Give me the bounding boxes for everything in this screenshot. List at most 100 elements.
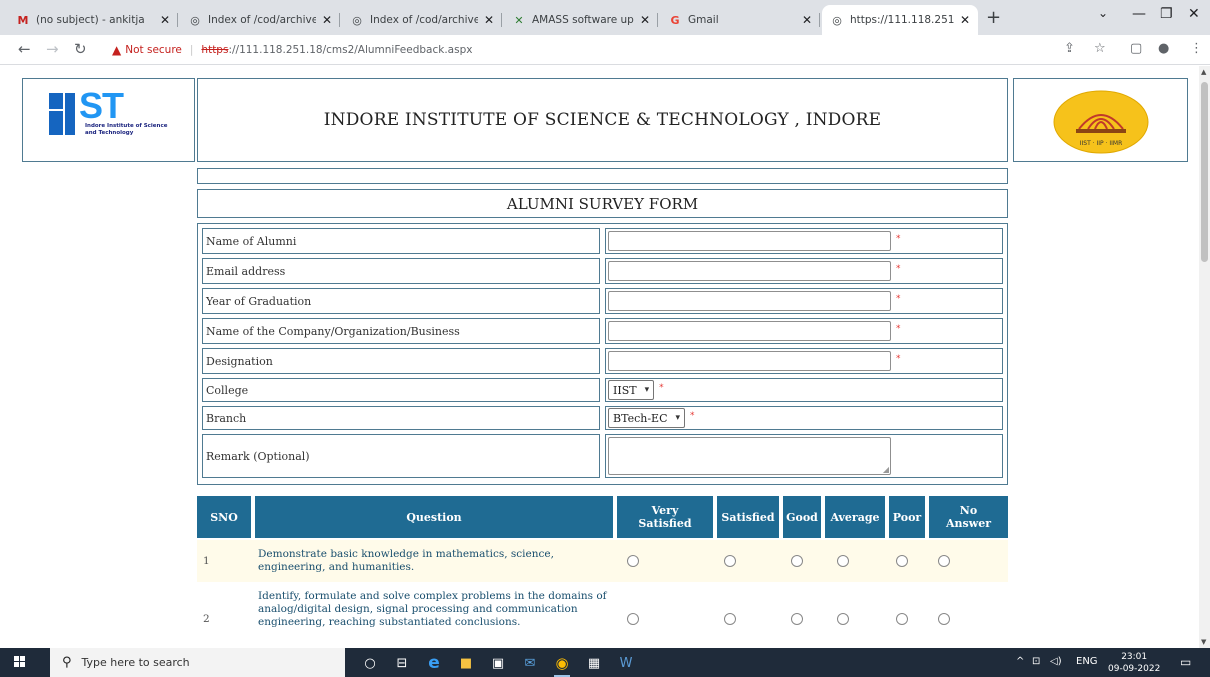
windows-start-icon[interactable] bbox=[14, 656, 26, 668]
institute-title: INDORE INSTITUTE OF SCIENCE & TECHNOLOGY… bbox=[323, 110, 882, 130]
close-tab-icon[interactable]: ✕ bbox=[640, 13, 650, 27]
scroll-up-icon[interactable]: ▲ bbox=[1201, 68, 1206, 76]
restore-icon[interactable]: ❐ bbox=[1160, 6, 1173, 22]
header-title-box: INDORE INSTITUTE OF SCIENCE & TECHNOLOGY… bbox=[197, 78, 1008, 162]
logo-subtitle: Indore Institute of Science and Technolo… bbox=[85, 123, 168, 136]
col-header-satisfied: Satisfied bbox=[717, 496, 779, 538]
question-text: Demonstrate basic knowledge in mathemati… bbox=[258, 548, 554, 573]
cortana-icon[interactable]: ○ bbox=[360, 653, 380, 673]
address-bar[interactable]: ▲ Not secure | https ://111.118.251.18/c… bbox=[112, 39, 472, 61]
back-arrow-icon[interactable]: ← bbox=[18, 40, 31, 58]
required-mark: * bbox=[896, 234, 901, 244]
reload-icon[interactable]: ↻ bbox=[74, 40, 87, 58]
form-title-box: ALUMNI SURVEY FORM bbox=[197, 189, 1008, 218]
designation-input[interactable] bbox=[608, 351, 891, 371]
tray-chevron-icon[interactable]: ^ bbox=[1016, 656, 1024, 667]
year-label: Year of Graduation bbox=[202, 288, 600, 314]
question-text: Identify, formulate and solve complex pr… bbox=[258, 590, 607, 628]
tab-search-icon[interactable]: ⌄ bbox=[1098, 6, 1108, 20]
clock-date: 09-09-2022 bbox=[1108, 664, 1161, 674]
side-panel-icon[interactable]: ▢ bbox=[1130, 41, 1142, 56]
tab-gmail-draft[interactable]: M (no subject) - ankitja ✕ bbox=[8, 5, 178, 35]
close-tab-icon[interactable]: ✕ bbox=[322, 13, 332, 27]
close-tab-icon[interactable]: ✕ bbox=[960, 13, 970, 27]
tab-gmail[interactable]: G Gmail ✕ bbox=[660, 5, 820, 35]
form-row-email: Email address * bbox=[202, 258, 1003, 284]
radio-very-satisfied[interactable] bbox=[627, 584, 639, 648]
google-icon: G bbox=[670, 13, 680, 27]
year-input[interactable] bbox=[608, 291, 891, 311]
email-cell: * bbox=[605, 258, 1003, 284]
resize-grip-icon[interactable]: ◢ bbox=[883, 466, 889, 474]
row-sno: 2 bbox=[203, 613, 210, 625]
college-label: College bbox=[202, 378, 600, 402]
taskbar-search[interactable]: ⚲ Type here to search bbox=[50, 648, 345, 677]
word-icon[interactable]: W bbox=[616, 653, 636, 673]
share-icon[interactable]: ⇪ bbox=[1064, 41, 1075, 56]
tab-active-feedback[interactable]: ◎ https://111.118.251.1 ✕ bbox=[822, 5, 978, 35]
profile-avatar-icon[interactable]: ● bbox=[1158, 41, 1169, 56]
tab-index-archive-2[interactable]: ◎ Index of /cod/archive ✕ bbox=[342, 5, 502, 35]
col-header-good: Good bbox=[783, 496, 821, 538]
col-header-sno: SNO bbox=[197, 496, 251, 538]
tab-title: Gmail bbox=[688, 14, 719, 26]
tab-amass[interactable]: ✕ AMASS software upd ✕ bbox=[504, 5, 658, 35]
email-input[interactable] bbox=[608, 261, 891, 281]
name-input[interactable] bbox=[608, 231, 891, 251]
language-indicator[interactable]: ENG bbox=[1076, 656, 1098, 667]
calculator-icon[interactable]: ▦ bbox=[584, 653, 604, 673]
scroll-down-icon[interactable]: ▼ bbox=[1201, 638, 1206, 646]
not-secure-label[interactable]: Not secure bbox=[125, 44, 182, 56]
system-clock[interactable]: 23:01 09-09-2022 bbox=[1108, 651, 1160, 675]
notification-icon[interactable]: ▭ bbox=[1180, 655, 1191, 669]
tab-index-archive-1[interactable]: ◎ Index of /cod/archive ✕ bbox=[180, 5, 340, 35]
spacer-box bbox=[197, 168, 1008, 184]
page-scrollbar[interactable]: ▲ ▼ bbox=[1199, 66, 1210, 648]
close-tab-icon[interactable]: ✕ bbox=[484, 13, 494, 27]
radio-average[interactable] bbox=[837, 540, 849, 582]
radio-very-satisfied[interactable] bbox=[627, 540, 639, 582]
search-icon: ⚲ bbox=[62, 655, 72, 670]
radio-average[interactable] bbox=[837, 584, 849, 648]
scrollbar-thumb[interactable] bbox=[1201, 82, 1208, 262]
window-close-icon[interactable]: ✕ bbox=[1188, 6, 1200, 22]
minimize-icon[interactable]: — bbox=[1132, 6, 1146, 22]
mail-icon[interactable]: ✉ bbox=[520, 653, 540, 673]
network-icon[interactable]: ⊡ bbox=[1032, 656, 1040, 667]
col-header-no-answer: No Answer bbox=[929, 496, 1008, 538]
company-input[interactable] bbox=[608, 321, 891, 341]
more-menu-icon[interactable]: ⋮ bbox=[1190, 41, 1203, 56]
radio-no-answer[interactable] bbox=[938, 584, 950, 648]
col-header-very-satisfied: Very Satisfied bbox=[617, 496, 713, 538]
branch-selected-value: BTech-EC bbox=[613, 411, 668, 425]
edge-icon[interactable]: e bbox=[424, 653, 444, 673]
task-view-icon[interactable]: ⊟ bbox=[392, 653, 412, 673]
form-row-remark: Remark (Optional) ◢ bbox=[202, 434, 1003, 478]
radio-no-answer[interactable] bbox=[938, 540, 950, 582]
new-tab-icon[interactable]: + bbox=[986, 7, 1001, 28]
forward-arrow-icon[interactable]: → bbox=[46, 40, 59, 58]
radio-good[interactable] bbox=[791, 540, 803, 582]
chrome-icon[interactable]: ◉ bbox=[552, 653, 572, 677]
volume-icon[interactable]: ◁) bbox=[1050, 656, 1062, 667]
seal-text: IIST · IIP · IIMR bbox=[1080, 140, 1123, 147]
branch-select[interactable]: BTech-EC ▾ bbox=[608, 408, 686, 428]
windows-taskbar: ⚲ Type here to search ○ ⊟ e ■ ▣ ✉ ◉ ▦ W … bbox=[0, 648, 1210, 677]
store-icon[interactable]: ▣ bbox=[488, 653, 508, 673]
file-explorer-icon[interactable]: ■ bbox=[456, 653, 476, 673]
remark-textarea[interactable]: ◢ bbox=[608, 437, 891, 475]
close-tab-icon[interactable]: ✕ bbox=[802, 13, 812, 27]
radio-poor[interactable] bbox=[896, 584, 908, 648]
divider: | bbox=[189, 44, 194, 56]
radio-good[interactable] bbox=[791, 584, 803, 648]
radio-poor[interactable] bbox=[896, 540, 908, 582]
college-select[interactable]: IIST ▾ bbox=[608, 380, 655, 400]
radio-satisfied[interactable] bbox=[724, 584, 736, 648]
bookmark-star-icon[interactable]: ☆ bbox=[1094, 41, 1106, 56]
radio-satisfied[interactable] bbox=[724, 540, 736, 582]
header-line-2: Answer bbox=[946, 517, 991, 530]
company-cell: * bbox=[605, 318, 1003, 344]
browser-toolbar: ← → ↻ ▲ Not secure | https ://111.118.25… bbox=[0, 35, 1210, 65]
close-tab-icon[interactable]: ✕ bbox=[160, 13, 170, 27]
company-label: Name of the Company/Organization/Busines… bbox=[202, 318, 600, 344]
